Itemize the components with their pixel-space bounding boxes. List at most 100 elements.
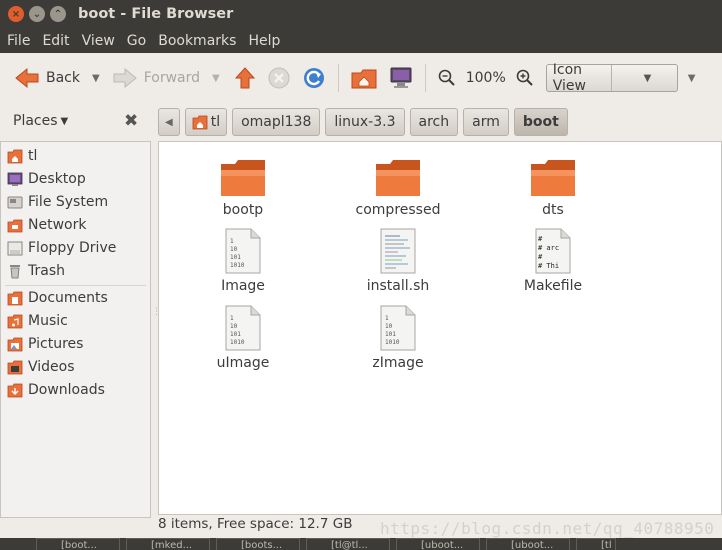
svg-text:1010: 1010	[230, 339, 245, 346]
breadcrumb-tl[interactable]: tl	[184, 108, 228, 136]
file-name: uImage	[216, 355, 270, 371]
path-bar: ◀ tl omapl138 linux-3.3 arch arm boot	[158, 106, 573, 138]
toolbar-overflow-icon[interactable]: ▼	[688, 73, 696, 84]
svg-text:101: 101	[230, 331, 241, 338]
videos-folder-icon	[7, 360, 23, 374]
file-item-image[interactable]: 1 10 101 1010 Image	[183, 228, 303, 294]
sidebar-item-label: Trash	[28, 263, 65, 279]
taskbar-item[interactable]: [tl@tl...	[306, 538, 390, 550]
home-icon[interactable]	[351, 67, 377, 89]
file-name: Image	[221, 278, 265, 294]
file-item-zimage[interactable]: 1 10 101 1010 zImage	[338, 305, 458, 371]
taskbar-item[interactable]: [mked...	[126, 538, 210, 550]
breadcrumb-label: linux-3.3	[334, 114, 396, 130]
sidebar-item-network[interactable]: Network	[7, 214, 86, 236]
trash-icon	[10, 264, 20, 278]
sidebar-item-downloads[interactable]: Downloads	[7, 379, 105, 401]
file-item-install-sh[interactable]: install.sh	[338, 228, 458, 294]
documents-folder-icon	[7, 291, 23, 305]
zoom-in-icon[interactable]	[516, 69, 534, 87]
svg-text:# Thi: # Thi	[538, 262, 559, 270]
file-icon-view[interactable]: bootp compressed dts 1 10 101 1010 Image in…	[158, 141, 722, 515]
stop-icon[interactable]	[268, 67, 290, 89]
sidebar-item-label: Network	[28, 217, 87, 233]
taskbar: [boot... [mked... [boots... [tl@tl... [u…	[0, 538, 722, 550]
sidebar-item-videos[interactable]: Videos	[7, 356, 75, 378]
menu-bar: File Edit View Go Bookmarks Help	[0, 28, 722, 53]
view-mode-select[interactable]: Icon View ▼	[545, 62, 678, 94]
network-icon	[7, 219, 23, 232]
sidebar-item-music[interactable]: Music	[7, 310, 68, 332]
taskbar-item[interactable]: [uboot...	[486, 538, 570, 550]
desktop-icon	[7, 172, 23, 186]
svg-text:10: 10	[230, 323, 238, 330]
file-item-compressed[interactable]: compressed	[338, 158, 458, 218]
toolbar-separator	[424, 64, 426, 92]
file-item-makefile[interactable]: # # arc # # Thi Makefile	[493, 228, 613, 294]
binary-file-icon: 1101011010	[380, 305, 416, 351]
pictures-folder-icon	[7, 337, 23, 351]
reload-icon[interactable]	[302, 66, 326, 90]
sidebar-item-file-system[interactable]: File System	[7, 191, 108, 213]
back-button[interactable]: Back	[10, 61, 84, 95]
file-item-bootp[interactable]: bootp	[183, 158, 303, 218]
up-arrow-icon[interactable]	[234, 66, 256, 90]
forward-label: Forward	[143, 70, 201, 86]
sidebar-item-label: Desktop	[28, 171, 86, 187]
breadcrumb-arm[interactable]: arm	[463, 108, 509, 136]
sidebar-item-documents[interactable]: Documents	[7, 287, 108, 309]
sidebar-item-tl[interactable]: tl	[7, 145, 37, 167]
file-item-dts[interactable]: dts	[493, 158, 613, 218]
menu-go[interactable]: Go	[122, 33, 151, 49]
sidebar-item-label: Documents	[28, 290, 108, 306]
sidebar-divider	[5, 285, 146, 286]
path-scroll-left-button[interactable]: ◀	[158, 108, 180, 136]
forward-button[interactable]: Forward	[108, 61, 204, 95]
breadcrumb-label: boot	[522, 114, 559, 130]
close-sidebar-icon[interactable]: ✖	[124, 111, 138, 131]
breadcrumb-boot[interactable]: boot	[513, 108, 568, 136]
menu-file[interactable]: File	[2, 33, 35, 49]
breadcrumb-label: tl	[210, 114, 221, 130]
computer-icon[interactable]	[389, 66, 413, 90]
sidebar-resize-handle[interactable]: ⋮	[152, 308, 161, 324]
breadcrumb-omapl138[interactable]: omapl138	[232, 108, 321, 136]
svg-text:1010: 1010	[385, 339, 400, 346]
breadcrumb-label: arm	[472, 114, 500, 130]
maximize-window-button[interactable]: ⌃	[50, 6, 66, 22]
svg-text:101: 101	[230, 254, 241, 261]
menu-view[interactable]: View	[77, 33, 120, 49]
zoom-level[interactable]: 100%	[466, 70, 506, 86]
sidebar-item-floppy-drive[interactable]: Floppy Drive	[7, 237, 116, 259]
taskbar-item[interactable]: [uboot...	[396, 538, 480, 550]
forward-history-dropdown-icon[interactable]: ▼	[212, 73, 220, 84]
file-item-uimage[interactable]: 1 10 101 1010 uImage	[183, 305, 303, 371]
back-label: Back	[46, 70, 80, 86]
menu-help[interactable]: Help	[243, 33, 285, 49]
sidebar-item-trash[interactable]: Trash	[7, 260, 65, 282]
chevron-down-icon: ▼	[611, 65, 677, 91]
taskbar-item[interactable]: [tl - Fil...	[576, 538, 616, 550]
binary-file-icon: 1101011010	[225, 228, 261, 274]
watermark: https://blog.csdn.net/qq_40788950	[380, 519, 715, 538]
menu-bookmarks[interactable]: Bookmarks	[153, 33, 241, 49]
breadcrumb-linux[interactable]: linux-3.3	[325, 108, 405, 136]
file-name: compressed	[355, 202, 441, 218]
sidebar-item-label: tl	[28, 148, 38, 164]
breadcrumb-arch[interactable]: arch	[409, 108, 459, 136]
folder-icon	[221, 160, 265, 196]
minimize-window-button[interactable]: ⌄	[29, 6, 45, 22]
menu-edit[interactable]: Edit	[37, 33, 74, 49]
chevron-left-icon: ◀	[165, 116, 173, 128]
back-history-dropdown-icon[interactable]: ▼	[92, 73, 100, 84]
taskbar-item[interactable]: [boots...	[216, 538, 300, 550]
file-name: install.sh	[366, 278, 430, 294]
sidebar-item-label: Pictures	[28, 336, 84, 352]
close-window-button[interactable]: ×	[8, 6, 24, 22]
taskbar-item[interactable]: [boot...	[36, 538, 120, 550]
sidebar-item-desktop[interactable]: Desktop	[7, 168, 86, 190]
sidebar-item-pictures[interactable]: Pictures	[7, 333, 83, 355]
makefile-icon: ## arc## Thi	[535, 228, 571, 274]
breadcrumb-label: omapl138	[241, 114, 312, 130]
zoom-out-icon[interactable]	[438, 69, 456, 87]
